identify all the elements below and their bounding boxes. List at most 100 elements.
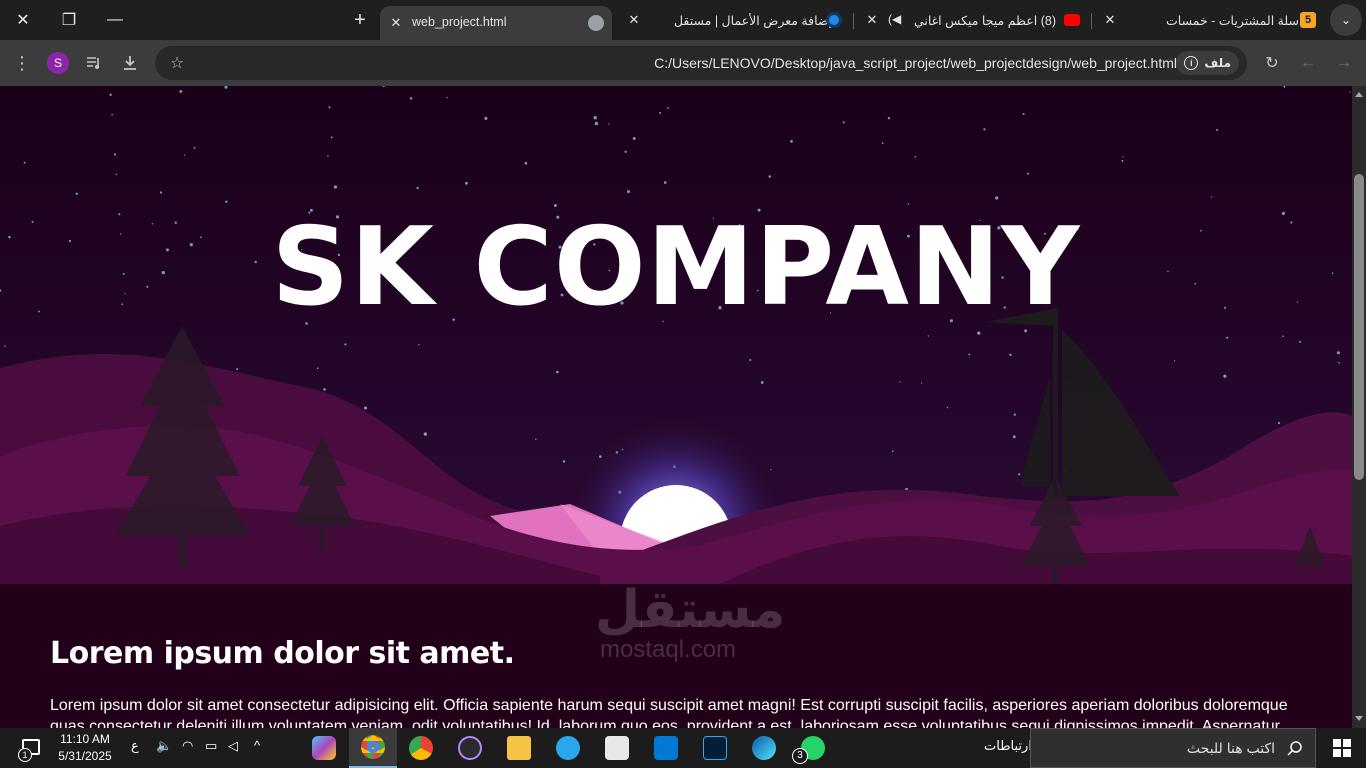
star	[790, 140, 793, 143]
chrome-app-active[interactable]	[349, 728, 397, 768]
scroll-up-arrow-icon[interactable]	[1355, 92, 1363, 97]
page-scrollbar[interactable]	[1352, 86, 1366, 728]
tab-youtube[interactable]: ✕ ◀) (8) اعظم ميجا ميكس اغاني لـ	[858, 6, 1090, 40]
clock-time: 11:10 AM	[60, 732, 110, 746]
new-tab-button[interactable]: +	[337, 0, 383, 40]
star	[627, 190, 630, 194]
star	[624, 150, 627, 153]
site-info-label: ملف	[1204, 56, 1231, 70]
star	[225, 200, 228, 203]
star	[323, 388, 326, 391]
close-tab-icon[interactable]: ✕	[863, 11, 881, 29]
scrollbar-thumb[interactable]	[1354, 174, 1364, 480]
scroll-down-arrow-icon[interactable]	[1355, 716, 1363, 721]
star	[968, 353, 971, 356]
star	[1223, 374, 1227, 378]
bookmark-star-icon[interactable]: ☆	[165, 51, 189, 75]
vscode-app[interactable]	[642, 728, 690, 768]
minimize-window-button[interactable]: —	[92, 0, 138, 40]
star	[109, 93, 112, 96]
star	[418, 343, 420, 346]
star	[632, 137, 636, 140]
tab-mostaql[interactable]: ✕ إضافة معرض الأعمال | مستقل	[620, 6, 852, 40]
vscode-icon	[654, 736, 678, 760]
star	[113, 153, 117, 156]
star	[1216, 128, 1219, 132]
tab-separator	[1091, 13, 1092, 29]
reload-icon[interactable]: ↻	[1260, 51, 1284, 75]
media-controls-icon[interactable]	[82, 51, 106, 75]
tab-strip: ✕ ❐ — + ✕ web_project.html ✕ إضافة معرض …	[0, 0, 1366, 40]
address-bar[interactable]: ☆ C:/Users/LENOVO/Desktop/java_script_pr…	[155, 46, 1247, 80]
volume-icon[interactable]: ◁	[228, 738, 238, 754]
star	[416, 186, 419, 190]
star	[524, 161, 528, 165]
star	[927, 335, 929, 337]
show-hidden-icons-chevron-icon[interactable]: ^	[254, 738, 260, 753]
windows-taskbar: 1 11:10 AM 5/31/2025 ع 🔈 ◠ ▭ ◁ ^ 3 ارتبا…	[0, 728, 1366, 768]
file-explorer-app[interactable]	[495, 728, 543, 768]
chrome-icon	[409, 736, 433, 760]
close-tab-icon[interactable]: ✕	[1101, 11, 1119, 29]
taskbar-search-box[interactable]: اكتب هنا للبحث	[1030, 728, 1316, 768]
tab-web-project[interactable]: ✕ web_project.html	[380, 6, 612, 40]
site-info-chip[interactable]: ملف i	[1176, 51, 1239, 75]
profile-avatar[interactable]: S	[47, 52, 69, 74]
star	[1013, 413, 1016, 416]
photoshop-app[interactable]	[691, 728, 739, 768]
star	[333, 185, 338, 189]
battery-icon[interactable]: ▭	[205, 738, 217, 754]
star	[977, 331, 981, 335]
copilot-icon	[312, 736, 336, 760]
star	[749, 358, 752, 362]
folder-icon	[507, 736, 531, 760]
close-tab-icon[interactable]: ✕	[387, 14, 405, 32]
star	[344, 343, 347, 346]
back-arrow-icon[interactable]: ←	[1296, 51, 1320, 75]
menu-icon[interactable]: ⋮	[10, 51, 34, 75]
restore-window-button[interactable]: ❐	[46, 0, 92, 40]
media-player-app[interactable]	[446, 728, 494, 768]
star	[899, 381, 901, 383]
telegram-app[interactable]	[544, 728, 592, 768]
star	[881, 142, 884, 144]
chrome-app[interactable]	[397, 728, 445, 768]
star	[75, 192, 78, 195]
copilot-app[interactable]	[300, 728, 348, 768]
close-window-button[interactable]: ✕	[0, 0, 46, 40]
star	[887, 117, 891, 120]
tab-khamsat[interactable]: ✕ سلة المشتريات - خمسات 5	[1096, 6, 1324, 40]
star	[193, 146, 196, 149]
audio-playing-icon[interactable]: ◀)	[888, 12, 901, 26]
url-text[interactable]: C:/Users/LENOVO/Desktop/java_script_proj…	[654, 55, 1177, 71]
wifi-icon[interactable]: ◠	[182, 738, 193, 754]
star	[556, 370, 559, 374]
section-paragraph: Lorem ipsum dolor sit amet consectetur a…	[50, 697, 1288, 728]
windows-start-icon[interactable]	[1333, 739, 1351, 757]
hero-title: SK COMPANY	[271, 205, 1081, 330]
tab-title: (8) اعظم ميجا ميكس اغاني لـ	[910, 14, 1056, 28]
tab-search-button[interactable]: ⌄	[1330, 4, 1362, 36]
star	[664, 181, 667, 184]
tab-separator	[853, 13, 854, 29]
whatsapp-badge: 3	[792, 748, 808, 764]
star	[179, 89, 183, 93]
star	[995, 196, 999, 200]
star	[1349, 91, 1351, 93]
forward-arrow-icon[interactable]: →	[1332, 51, 1356, 75]
close-tab-icon[interactable]: ✕	[625, 11, 643, 29]
youtube-icon	[1064, 14, 1080, 26]
star	[594, 121, 599, 126]
store-app[interactable]	[593, 728, 641, 768]
star	[1009, 353, 1012, 357]
search-icon	[1287, 741, 1302, 756]
links-toolbar-label[interactable]: ارتباطات	[984, 738, 1032, 754]
system-clock[interactable]: 11:10 AM 5/31/2025	[52, 731, 118, 765]
input-language-indicator[interactable]: ع	[131, 738, 139, 754]
speaker-icon[interactable]: 🔈	[156, 738, 172, 754]
star	[465, 181, 468, 185]
star	[327, 155, 329, 157]
edge-app[interactable]	[740, 728, 788, 768]
download-icon[interactable]	[118, 51, 142, 75]
khamsat-icon: 5	[1300, 12, 1316, 28]
